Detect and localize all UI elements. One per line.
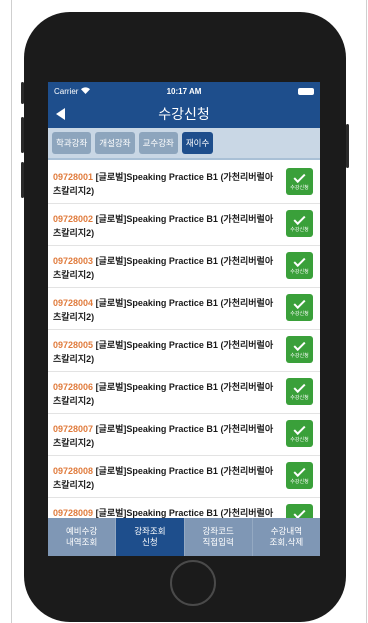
power-button — [346, 124, 349, 168]
home-button[interactable] — [170, 560, 216, 606]
course-code: 09728006 — [53, 382, 94, 392]
course-row[interactable]: 09728005 [글로벌]Speaking Practice B1 (가천리버… — [48, 330, 320, 372]
course-row[interactable]: 09728007 [글로벌]Speaking Practice B1 (가천리버… — [48, 414, 320, 456]
checkmark-icon — [293, 296, 306, 310]
apply-button[interactable]: 수강신청 — [286, 378, 313, 405]
checkmark-icon — [293, 338, 306, 352]
navigation-bar: 수강신청 — [48, 100, 320, 128]
apply-button-label: 수강신청 — [290, 395, 309, 401]
course-text: 09728006 [글로벌]Speaking Practice B1 (가천리버… — [53, 380, 280, 408]
wifi-icon — [81, 86, 91, 96]
apply-button[interactable]: 수강신청 — [286, 252, 313, 279]
carrier-label: Carrier — [54, 86, 79, 96]
apply-button-label: 수강신청 — [290, 353, 309, 359]
apply-button-label: 수강신청 — [290, 227, 309, 233]
course-text: 09728002 [글로벌]Speaking Practice B1 (가천리버… — [53, 212, 280, 240]
course-category-tabs: 학과강좌 개설강좌 교수강좌 재이수 — [48, 128, 320, 160]
course-list: 09728001 [글로벌]Speaking Practice B1 (가천리버… — [48, 162, 320, 540]
volume-down-button — [21, 162, 24, 198]
course-code: 09728005 — [53, 340, 94, 350]
apply-button-label: 수강신청 — [290, 185, 309, 191]
volume-up-button — [21, 117, 24, 153]
apply-button[interactable]: 수강신청 — [286, 168, 313, 195]
course-code: 09728001 — [53, 172, 94, 182]
checkmark-icon — [293, 464, 306, 478]
bottom-nav-item-2[interactable]: 강좌조회 신청 — [116, 518, 185, 556]
tab-4[interactable]: 재이수 — [181, 132, 214, 154]
app-screen: Carrier 10:17 AM 수강신청 학과강좌 개설강좌 교수강좌 재이수 09… — [48, 82, 320, 556]
course-text: 09728004 [글로벌]Speaking Practice B1 (가천리버… — [53, 296, 280, 324]
course-row[interactable]: 09728001 [글로벌]Speaking Practice B1 (가천리버… — [48, 162, 320, 204]
course-code: 09728007 — [53, 424, 94, 434]
apply-button-label: 수강신청 — [290, 479, 309, 485]
course-row[interactable]: 09728008 [글로벌]Speaking Practice B1 (가천리버… — [48, 456, 320, 498]
bottom-nav-item-4[interactable]: 수강내역 조회,삭제 — [253, 518, 320, 556]
checkmark-icon — [293, 212, 306, 226]
apply-button[interactable]: 수강신청 — [286, 210, 313, 237]
course-code: 09728002 — [53, 214, 94, 224]
mute-switch — [21, 82, 24, 104]
apply-button[interactable]: 수강신청 — [286, 420, 313, 447]
checkmark-icon — [293, 422, 306, 436]
checkmark-icon — [293, 380, 306, 394]
tab-3[interactable]: 교수강좌 — [138, 132, 178, 154]
course-code: 09728003 — [53, 256, 94, 266]
course-row[interactable]: 09728003 [글로벌]Speaking Practice B1 (가천리버… — [48, 246, 320, 288]
course-row[interactable]: 09728002 [글로벌]Speaking Practice B1 (가천리버… — [48, 204, 320, 246]
checkmark-icon — [293, 170, 306, 184]
checkmark-icon — [293, 254, 306, 268]
course-code: 09728008 — [53, 466, 94, 476]
course-text: 09728005 [글로벌]Speaking Practice B1 (가천리버… — [53, 338, 280, 366]
back-arrow-icon[interactable] — [56, 108, 65, 120]
bottom-nav-item-3[interactable]: 강좌코드 직접입력 — [185, 518, 253, 556]
apply-button[interactable]: 수강신청 — [286, 336, 313, 363]
course-text: 09728003 [글로벌]Speaking Practice B1 (가천리버… — [53, 254, 280, 282]
apply-button-label: 수강신청 — [290, 269, 309, 275]
status-time: 10:17 AM — [166, 86, 202, 96]
apply-button-label: 수강신청 — [290, 311, 309, 317]
tab-2[interactable]: 개설강좌 — [95, 132, 135, 154]
status-bar: Carrier 10:17 AM — [48, 82, 320, 100]
course-text: 09728001 [글로벌]Speaking Practice B1 (가천리버… — [53, 170, 280, 198]
course-code: 09728004 — [53, 298, 94, 308]
apply-button[interactable]: 수강신청 — [286, 294, 313, 321]
course-code: 09728009 — [53, 508, 94, 518]
course-text: 09728008 [글로벌]Speaking Practice B1 (가천리버… — [53, 464, 280, 492]
bottom-nav-item-1[interactable]: 예비수강 내역조회 — [48, 518, 117, 556]
tab-1[interactable]: 학과강좌 — [52, 132, 92, 154]
apply-button[interactable]: 수강신청 — [286, 462, 313, 489]
apply-button-label: 수강신청 — [290, 437, 309, 443]
course-row[interactable]: 09728006 [글로벌]Speaking Practice B1 (가천리버… — [48, 372, 320, 414]
page-title: 수강신청 — [158, 106, 210, 122]
battery-icon — [297, 87, 314, 95]
bottom-navigation: 예비수강 내역조회 강좌조회 신청 강좌코드 직접입력 수강내역 조회,삭제 — [48, 518, 320, 556]
course-text: 09728007 [글로벌]Speaking Practice B1 (가천리버… — [53, 422, 280, 450]
course-row[interactable]: 09728004 [글로벌]Speaking Practice B1 (가천리버… — [48, 288, 320, 330]
